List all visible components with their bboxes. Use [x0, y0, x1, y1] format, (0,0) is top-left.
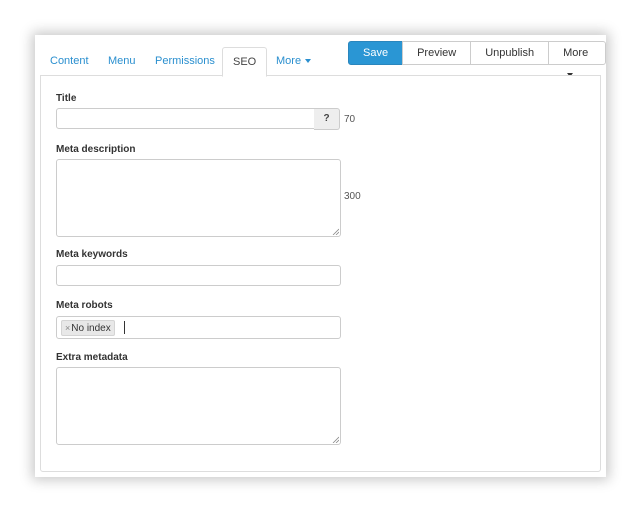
- meta-description-char-counter: 300: [344, 191, 361, 202]
- text-cursor: [124, 321, 125, 334]
- extra-metadata-textarea[interactable]: [56, 367, 341, 445]
- meta-keywords-input[interactable]: [56, 265, 341, 286]
- save-button[interactable]: Save: [348, 41, 404, 65]
- editor-window: Content Menu Permissions SEO More Save P…: [35, 35, 606, 477]
- title-label: Title: [56, 93, 77, 104]
- chevron-down-icon: [305, 59, 312, 64]
- meta-robots-tag-label: No index: [71, 323, 111, 334]
- unpublish-button[interactable]: Unpublish: [470, 41, 550, 65]
- meta-robots-tag: ×No index: [61, 320, 115, 336]
- meta-description-textarea[interactable]: [56, 159, 341, 237]
- more-actions-label: More: [563, 47, 589, 59]
- tab-menu[interactable]: Menu: [98, 47, 146, 76]
- meta-keywords-label: Meta keywords: [56, 249, 128, 260]
- title-help-button[interactable]: ?: [314, 108, 340, 130]
- remove-tag-icon[interactable]: ×: [65, 323, 70, 333]
- tab-more[interactable]: More: [266, 47, 321, 76]
- preview-button[interactable]: Preview: [402, 41, 472, 65]
- tab-seo[interactable]: SEO: [222, 47, 268, 77]
- meta-robots-label: Meta robots: [56, 300, 113, 311]
- title-char-counter: 70: [344, 114, 356, 125]
- action-toolbar: Save Preview Unpublish More: [348, 41, 606, 78]
- tab-content[interactable]: Content: [40, 47, 99, 76]
- resize-handle-icon[interactable]: [332, 436, 339, 443]
- seo-panel: Title ? 70 Meta description 300 Meta key…: [40, 75, 601, 472]
- meta-description-label: Meta description: [56, 144, 136, 155]
- extra-metadata-label: Extra metadata: [56, 352, 128, 363]
- more-actions-button[interactable]: More: [548, 41, 606, 78]
- title-input[interactable]: [56, 108, 315, 129]
- resize-handle-icon[interactable]: [332, 228, 339, 235]
- tab-permissions[interactable]: Permissions: [145, 47, 225, 76]
- tab-more-label: More: [276, 55, 302, 67]
